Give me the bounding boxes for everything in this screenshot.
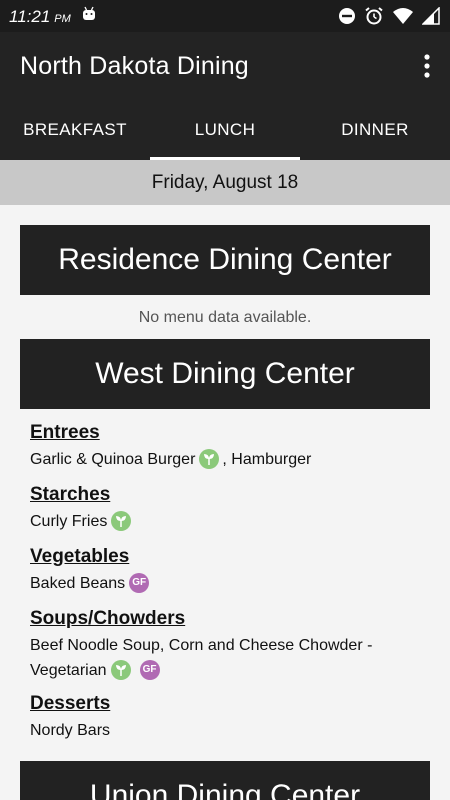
category-items-entrees: Garlic & Quinoa Burger , Hamburger	[30, 447, 430, 472]
app-bar: North Dakota Dining	[0, 32, 450, 100]
menu-item: , Hamburger	[222, 451, 312, 468]
app-title: North Dakota Dining	[20, 52, 249, 80]
hall-header-union: Union Dining Center	[20, 761, 430, 800]
more-options-icon[interactable]	[422, 52, 432, 80]
vegetarian-icon	[110, 659, 131, 680]
hall-header-west: West Dining Center	[20, 339, 430, 409]
gluten-free-icon: GF	[129, 572, 150, 593]
tab-dinner[interactable]: DINNER	[300, 100, 450, 160]
hall-header-residence: Residence Dining Center	[20, 225, 430, 295]
cell-signal-icon	[422, 7, 440, 25]
no-menu-message: No menu data available.	[138, 309, 312, 326]
menu-item: Garlic & Quinoa Burger	[30, 451, 196, 468]
meal-tabs: BREAKFAST LUNCH DINNER	[0, 100, 450, 160]
do-not-disturb-icon	[339, 8, 355, 24]
status-time: 11:21 PM	[9, 7, 71, 27]
android-icon	[83, 6, 95, 20]
category-title-soups: Soups/Chowders	[30, 608, 186, 629]
category-items-starches: Curly Fries	[30, 509, 430, 534]
category-items-vegetables: Baked Beans GF	[30, 571, 430, 596]
category-title-vegetables: Vegetables	[30, 546, 130, 567]
alarm-icon	[365, 7, 383, 25]
category-title-entrees: Entrees	[30, 422, 100, 443]
category-items-desserts: Nordy Bars	[30, 718, 430, 743]
status-icons	[338, 6, 440, 26]
wifi-icon	[393, 8, 413, 24]
status-ampm: PM	[54, 13, 71, 25]
vegetarian-icon	[199, 448, 220, 469]
menu-item: Curly Fries	[30, 513, 108, 530]
category-title-starches: Starches	[30, 484, 111, 505]
gluten-free-icon: GF	[139, 659, 160, 680]
vegetarian-icon	[111, 510, 132, 531]
tab-lunch[interactable]: LUNCH	[150, 100, 300, 160]
menu-item-line: Vegetarian GF	[30, 658, 430, 683]
menu-item: Beef Noodle Soup, Corn and Cheese Chowde…	[30, 637, 373, 654]
status-bar: 11:21 PM	[0, 0, 450, 32]
tab-breakfast[interactable]: BREAKFAST	[0, 100, 150, 160]
menu-item: Nordy Bars	[30, 722, 111, 739]
menu-item: Vegetarian	[30, 662, 107, 679]
status-time-value: 11:21	[9, 7, 51, 26]
category-items-soups: Beef Noodle Soup, Corn and Cheese Chowde…	[30, 633, 430, 683]
category-title-desserts: Desserts	[30, 693, 111, 714]
date-bar: Friday, August 18	[0, 160, 450, 205]
menu-item: Baked Beans	[30, 575, 126, 592]
menu-content[interactable]: Residence Dining Center No menu data ava…	[0, 205, 450, 800]
